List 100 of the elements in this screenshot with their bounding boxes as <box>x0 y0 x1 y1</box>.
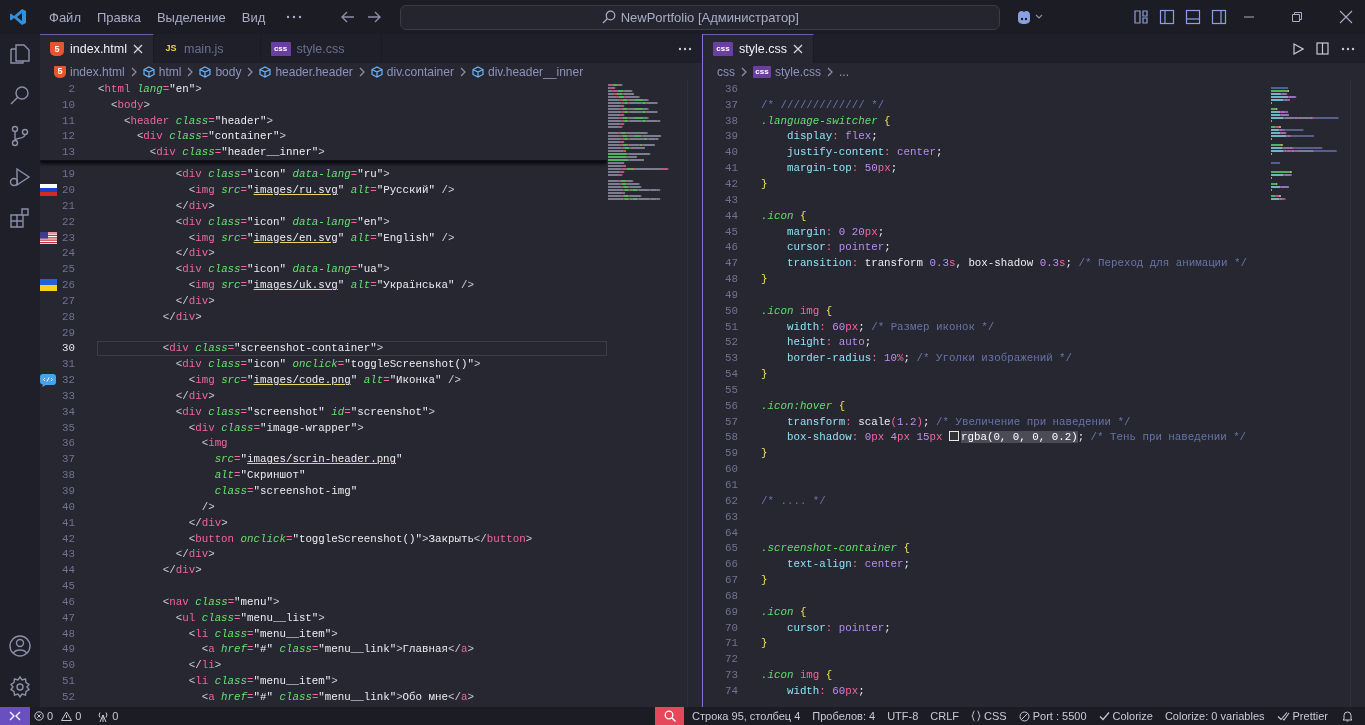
line-number: 41 <box>725 162 738 175</box>
line-number: 72 <box>725 653 738 666</box>
line-number: 57 <box>725 415 738 428</box>
status-item[interactable]: Colorize: 0 variables <box>1164 710 1265 722</box>
breadcrumb-item[interactable]: css <box>717 64 735 79</box>
bell-icon[interactable] <box>1342 710 1353 722</box>
close-icon[interactable] <box>133 44 143 54</box>
restore-icon[interactable] <box>1291 11 1303 23</box>
usa-flag-icon <box>40 231 57 244</box>
html-file-icon: 5 <box>50 42 64 56</box>
line-number: 33 <box>62 389 75 402</box>
status-item[interactable]: UTF-8 <box>887 710 919 722</box>
line-number: 51 <box>62 675 75 688</box>
search-icon[interactable] <box>8 83 32 107</box>
chevron-icon <box>186 66 195 77</box>
find-button[interactable] <box>655 707 685 725</box>
code-line: .icon img { <box>761 304 833 317</box>
menu-item[interactable]: Выделение <box>148 9 234 25</box>
menu-item[interactable]: Правка <box>88 9 149 25</box>
code-line: transform: scale(1.2); /* Увеличение при наведении */ <box>785 415 1131 428</box>
breadcrumb-item[interactable]: header.header <box>275 64 353 79</box>
code-line: .icon:hover { <box>761 399 846 412</box>
status-item[interactable]: Prettier <box>1292 710 1328 722</box>
line-number: 38 <box>725 114 738 127</box>
more-icon[interactable] <box>1341 46 1355 51</box>
settings-icon[interactable] <box>8 675 32 699</box>
status-item[interactable]: Пробелов: 4 <box>812 710 876 722</box>
antenna-icon <box>97 710 110 722</box>
sidebar-toggle-icon[interactable] <box>1159 9 1176 25</box>
status-item[interactable]: Colorize <box>1112 710 1153 722</box>
search-icon <box>663 710 676 722</box>
code-line: <img src="images/en.svg" alt="English" /> <box>187 231 455 244</box>
line-number: 67 <box>725 574 738 587</box>
run-debug-icon[interactable] <box>8 165 32 189</box>
line-number: 24 <box>62 247 75 260</box>
status-item[interactable]: CRLF <box>930 710 960 722</box>
status-count[interactable]: 0 <box>112 710 119 722</box>
files-icon[interactable] <box>8 42 32 66</box>
menu-item[interactable]: Вид <box>233 9 274 25</box>
status-count[interactable]: 0 <box>75 710 82 722</box>
code-line: <ul class="menu__list"> <box>174 611 325 624</box>
breadcrumb-item[interactable]: div.container <box>386 64 454 79</box>
line-number: 48 <box>62 627 75 640</box>
breadcrumb-item[interactable]: body <box>215 64 242 79</box>
status-count[interactable]: 0 <box>47 710 54 722</box>
line-number: 19 <box>62 168 75 181</box>
line-number: 25 <box>62 263 75 276</box>
code-bubble-icon <box>40 373 56 388</box>
close-icon[interactable] <box>1339 10 1353 24</box>
line-number: 58 <box>725 431 738 444</box>
breadcrumb-item[interactable]: html <box>158 64 182 79</box>
code-line: <body> <box>109 98 150 111</box>
code-line: </div> <box>174 548 215 561</box>
line-number: 36 <box>62 437 75 450</box>
remote-button[interactable] <box>0 707 30 725</box>
secondary-sidebar-icon[interactable] <box>1211 9 1228 25</box>
breadcrumb-item[interactable]: style.css <box>775 64 821 79</box>
breadcrumb-item[interactable]: div.header__inner <box>487 64 584 79</box>
account-icon[interactable] <box>8 634 32 658</box>
line-number: 63 <box>725 510 738 523</box>
line-number: 65 <box>725 542 738 555</box>
code-line: margin: 0 20px; <box>785 225 885 238</box>
breadcrumb-item[interactable]: index.html <box>70 64 125 79</box>
code-line: <img src="images/ru.svg" alt="Русский" /> <box>187 184 455 196</box>
layout-icon[interactable] <box>1133 9 1150 25</box>
vscode-logo-icon <box>9 8 27 26</box>
run-icon[interactable] <box>1292 42 1304 55</box>
editor-tab[interactable]: 5 index.html <box>40 34 154 63</box>
line-number: 44 <box>62 564 75 577</box>
code-line: <img src="images/code.png" alt="Иконка" /> <box>187 374 461 387</box>
split-editor-icon[interactable] <box>1316 42 1329 55</box>
line-number: 37 <box>725 98 738 111</box>
warning-icon <box>61 711 73 721</box>
close-icon[interactable] <box>792 44 803 54</box>
code-line: <li class="menu__item"> <box>187 675 338 688</box>
line-number: 66 <box>725 558 738 571</box>
line-number: 26 <box>62 279 75 292</box>
code-line: cursor: pointer; <box>785 621 891 634</box>
breadcrumb-item[interactable]: ... <box>839 64 850 79</box>
code-line: cursor: pointer; <box>785 241 891 254</box>
menu-item[interactable]: Файл <box>41 9 89 25</box>
forward-arrow-icon[interactable] <box>366 9 383 25</box>
line-number: 50 <box>62 659 75 672</box>
line-number: 13 <box>62 146 75 159</box>
code-line: <button onclick="toggleScreenshot()">Закрыть</button> <box>187 532 533 545</box>
panel-toggle-icon[interactable] <box>1185 9 1202 25</box>
extensions-icon[interactable] <box>8 206 32 230</box>
status-item[interactable]: Строка 95, столбец 4 <box>692 710 801 722</box>
code-line: <li class="menu__item"> <box>187 627 338 640</box>
ukraine-flag-icon <box>40 279 57 292</box>
back-arrow-icon[interactable] <box>340 9 357 25</box>
status-item[interactable]: CSS <box>984 710 1007 722</box>
js-file-icon: JS <box>164 41 178 56</box>
command-search-field[interactable]: NewPortfolio [Администратор] <box>400 4 1001 30</box>
code-line: height: auto; <box>785 336 872 349</box>
status-item[interactable]: Port : 5500 <box>1032 710 1087 722</box>
cube-icon <box>259 65 272 78</box>
more-icon[interactable] <box>678 46 692 51</box>
blocked-icon <box>1018 710 1030 722</box>
editor-tab[interactable]: css style.css <box>703 34 814 63</box>
